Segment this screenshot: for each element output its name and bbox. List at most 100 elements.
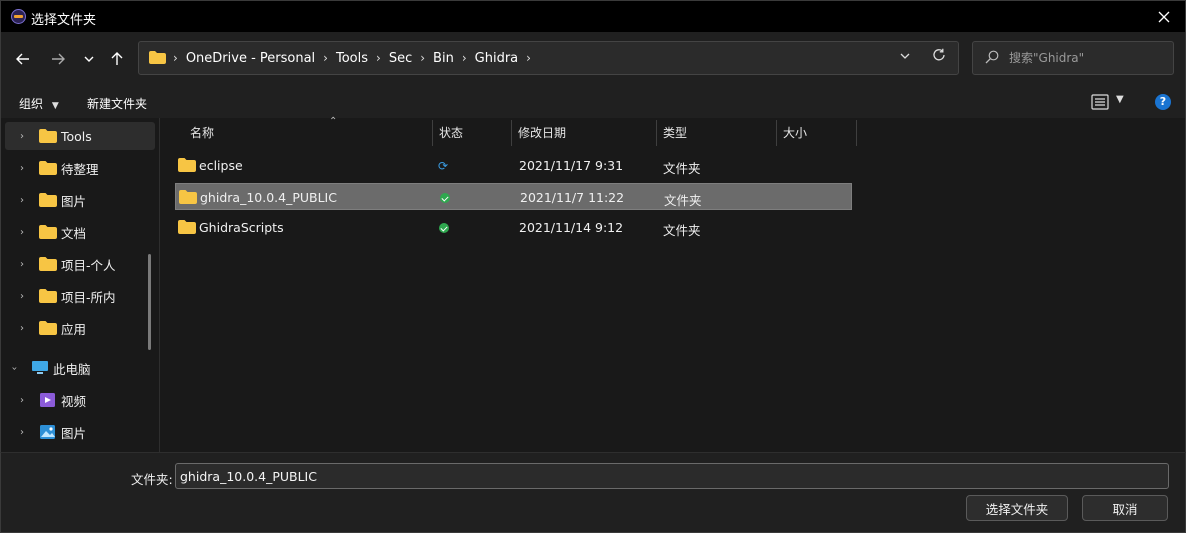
sidebar-item-label: Tools — [61, 128, 92, 144]
file-date: 2021/11/7 11:22 — [520, 190, 625, 205]
breadcrumb-item[interactable]: Sec — [389, 51, 412, 66]
up-button[interactable] — [106, 48, 128, 70]
refresh-button[interactable] — [932, 48, 946, 66]
back-button[interactable] — [12, 48, 34, 70]
new-folder-button[interactable]: 新建文件夹 — [87, 95, 147, 112]
sidebar-item-documents[interactable]: › 文档 — [5, 218, 155, 246]
chevron-right-icon[interactable]: › — [20, 427, 24, 438]
chevron-right-icon[interactable]: › — [20, 131, 24, 142]
folder-icon — [179, 190, 197, 204]
sidebar-item-tools[interactable]: › Tools — [5, 122, 155, 150]
organize-button[interactable]: 组织 ▼ — [19, 95, 59, 112]
sidebar-item-applications[interactable]: › 应用 — [5, 314, 155, 342]
sidebar-item-personal-projects[interactable]: › 项目-个人 — [5, 250, 155, 278]
folder-icon — [39, 289, 57, 303]
sidebar-item-label: 文档 — [61, 225, 87, 241]
sidebar-item-videos[interactable]: › 视频 — [5, 386, 155, 414]
sidebar-item-label: 应用 — [61, 321, 87, 337]
organize-label: 组织 — [19, 97, 44, 111]
sidebar-item-this-pc[interactable]: › 此电脑 — [5, 354, 155, 382]
column-header-status[interactable]: 状态 — [432, 118, 511, 146]
folder-icon — [39, 321, 57, 335]
table-row[interactable]: eclipse ⟳ 2021/11/17 9:31 文件夹 — [175, 152, 852, 179]
sidebar-scrollbar[interactable] — [148, 254, 151, 350]
folder-field-label: 文件夹: — [131, 472, 173, 487]
chevron-right-icon[interactable]: › — [20, 395, 24, 406]
window-title: 选择文件夹 — [31, 13, 97, 28]
folder-icon — [178, 158, 196, 172]
video-icon — [40, 393, 55, 407]
breadcrumb-item[interactable]: Ghidra — [475, 51, 519, 66]
chevron-down-icon — [84, 56, 94, 62]
arrow-left-icon — [16, 53, 29, 65]
chevron-right-icon[interactable]: › — [20, 163, 24, 174]
chevron-right-icon[interactable]: › — [526, 51, 531, 65]
file-date: 2021/11/17 9:31 — [519, 158, 624, 173]
column-header-date[interactable]: 修改日期 — [511, 118, 656, 146]
sidebar-item-label: 视频 — [61, 393, 87, 409]
folder-name-input[interactable] — [175, 463, 1169, 489]
navigation-bar: › OneDrive - Personal › Tools › Sec › Bi… — [0, 32, 1186, 86]
folder-icon — [149, 51, 166, 64]
view-options-icon[interactable] — [1091, 94, 1109, 110]
navigation-pane: › Tools › 待整理 › 图片 › 文档 › 项目-个人 › 项目-所内 … — [0, 118, 160, 452]
chevron-down-icon[interactable]: › — [9, 366, 20, 370]
sync-icon: ⟳ — [438, 159, 449, 173]
recent-locations-button[interactable] — [78, 48, 100, 70]
caret-down-icon[interactable]: ▼ — [1116, 94, 1124, 105]
file-type: 文件夹 — [663, 161, 701, 176]
arrow-right-icon — [52, 53, 65, 65]
forward-button[interactable] — [47, 48, 69, 70]
file-type: 文件夹 — [663, 223, 701, 238]
column-header-size[interactable]: 大小 — [776, 118, 856, 146]
title-bar: 选择文件夹 — [0, 0, 1186, 32]
close-button[interactable] — [1153, 6, 1175, 28]
chevron-right-icon[interactable]: › — [20, 291, 24, 302]
select-folder-button[interactable]: 选择文件夹 — [966, 495, 1068, 521]
help-icon[interactable]: ? — [1155, 94, 1171, 110]
breadcrumb-item[interactable]: OneDrive - Personal — [186, 51, 315, 66]
sidebar-item-pictures-folder[interactable]: › 图片 — [5, 186, 155, 214]
available-icon — [440, 193, 450, 203]
chevron-right-icon[interactable]: › — [420, 51, 425, 65]
sidebar-item-institute-projects[interactable]: › 项目-所内 — [5, 282, 155, 310]
sidebar-item-label: 图片 — [61, 193, 87, 209]
column-header-type[interactable]: 类型 — [656, 118, 776, 146]
table-row[interactable]: GhidraScripts 2021/11/14 9:12 文件夹 — [175, 214, 852, 241]
breadcrumb-item[interactable]: Bin — [433, 51, 454, 66]
file-date: 2021/11/14 9:12 — [519, 220, 624, 235]
chevron-right-icon[interactable]: › — [20, 259, 24, 270]
address-history-button[interactable] — [900, 50, 910, 63]
file-name: eclipse — [199, 158, 243, 173]
cancel-button[interactable]: 取消 — [1082, 495, 1168, 521]
search-input[interactable] — [1009, 49, 1164, 67]
breadcrumb: › OneDrive - Personal › Tools › Sec › Bi… — [173, 42, 539, 74]
chevron-right-icon: › — [173, 51, 178, 65]
refresh-icon — [933, 48, 945, 61]
chevron-right-icon[interactable]: › — [376, 51, 381, 65]
chevron-right-icon[interactable]: › — [323, 51, 328, 65]
sidebar-item-pending[interactable]: › 待整理 — [5, 154, 155, 182]
chevron-right-icon[interactable]: › — [20, 195, 24, 206]
breadcrumb-item[interactable]: Tools — [336, 51, 368, 66]
chevron-right-icon[interactable]: › — [462, 51, 467, 65]
address-bar[interactable]: › OneDrive - Personal › Tools › Sec › Bi… — [138, 41, 959, 75]
table-row[interactable]: ghidra_10.0.4_PUBLIC 2021/11/7 11:22 文件夹 — [175, 183, 852, 210]
sidebar-item-label: 项目-个人 — [61, 257, 116, 273]
chevron-right-icon[interactable]: › — [20, 227, 24, 238]
sidebar-item-label: 图片 — [61, 425, 87, 441]
folder-icon — [178, 220, 196, 234]
sort-ascending-icon: ⌃ — [329, 116, 338, 127]
search-box[interactable] — [972, 41, 1174, 75]
sidebar-item-pictures[interactable]: › 图片 — [5, 418, 155, 446]
chevron-right-icon[interactable]: › — [20, 323, 24, 334]
folder-icon — [39, 257, 57, 271]
column-header-name[interactable]: 名称 ⌃ — [183, 116, 430, 146]
sidebar-item-label: 此电脑 — [53, 361, 91, 377]
sidebar-item-label: 待整理 — [61, 161, 99, 177]
folder-icon — [39, 161, 57, 175]
column-divider[interactable] — [856, 120, 857, 146]
file-list: 名称 ⌃ 状态 修改日期 类型 大小 eclipse ⟳ 2021/11/17 … — [160, 116, 1186, 452]
arrow-up-icon — [111, 52, 123, 65]
sidebar-item-label: 项目-所内 — [61, 289, 116, 305]
